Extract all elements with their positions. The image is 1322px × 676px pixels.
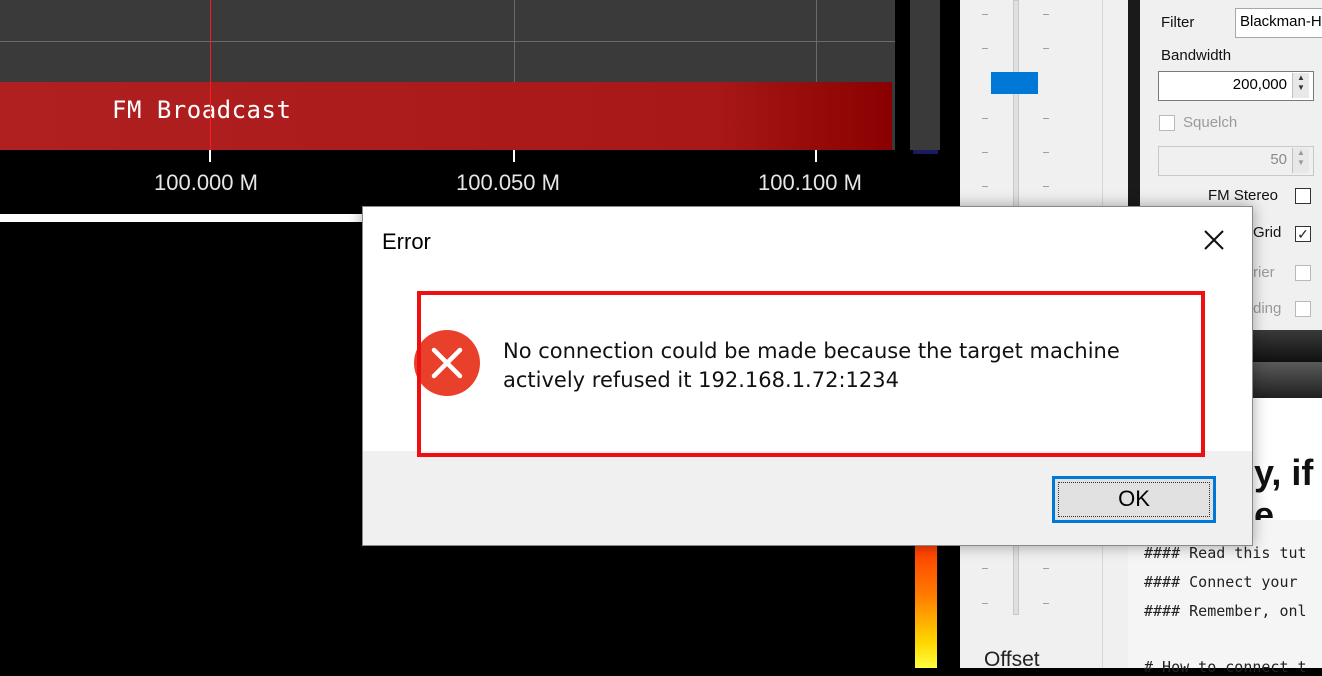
slider-tick [982, 603, 988, 604]
ok-button[interactable]: OK [1052, 476, 1216, 523]
fm-broadcast-band: FM Broadcast [0, 82, 892, 150]
dialog-title: Error [382, 229, 431, 254]
slider-tick [1043, 186, 1049, 187]
slider-tick [1043, 568, 1049, 569]
axis-tick [815, 150, 817, 162]
slider-tick [1043, 48, 1049, 49]
slider-tick [982, 48, 988, 49]
carrier-label: rier [1253, 264, 1275, 281]
spectrum-scrollbar[interactable] [910, 0, 940, 150]
frequency-cursor[interactable] [210, 0, 211, 162]
slider-tick [982, 118, 988, 119]
axis-tick [209, 150, 211, 162]
waterfall-colorbar [915, 545, 937, 668]
filter-select[interactable]: Blackman-H [1235, 8, 1322, 38]
bandwidth-input[interactable]: 200,000 [1158, 71, 1314, 101]
bandwidth-label: Bandwidth [1161, 47, 1232, 64]
slider-tick [982, 186, 988, 187]
panel-header-bar[interactable] [1252, 330, 1322, 362]
slider-tick [1043, 603, 1049, 604]
grid-label: Grid [1253, 224, 1282, 241]
squelch-checkbox[interactable] [1159, 115, 1175, 131]
carrier-checkbox[interactable] [1295, 265, 1311, 281]
code-line: #### Remember, onl [1144, 602, 1307, 620]
squelch-input[interactable]: 50 [1158, 146, 1314, 176]
grid-line [0, 41, 895, 42]
slider-tick [982, 152, 988, 153]
freq-label: 100.000 M [154, 170, 258, 195]
offset-label: Offset [984, 648, 1040, 671]
error-dialog: Error No connection could be made becaus… [362, 206, 1253, 546]
snap-label: ding [1253, 300, 1282, 317]
filter-label: Filter [1161, 14, 1195, 31]
slider-tick [982, 14, 988, 15]
scrollbar-edge [913, 150, 938, 154]
squelch-label: Squelch [1183, 114, 1238, 131]
fm-stereo-label: FM Stereo [1208, 187, 1279, 204]
axis-tick [513, 150, 515, 162]
slider-thumb[interactable] [991, 72, 1038, 94]
fm-stereo-checkbox[interactable] [1295, 188, 1311, 204]
snap-checkbox[interactable] [1295, 301, 1311, 317]
code-line: #### Connect your [1144, 573, 1298, 591]
grid-checkbox[interactable]: ✓ [1295, 226, 1311, 242]
bandwidth-spinner[interactable]: ▲ ▼ [1292, 73, 1309, 98]
code-line: # How to connect t [1144, 658, 1307, 676]
slider-tick [1043, 118, 1049, 119]
slider-tick [1043, 14, 1049, 15]
band-label: FM Broadcast [112, 96, 292, 124]
panel-header-bar[interactable] [1252, 362, 1322, 398]
highlight-box [417, 291, 1205, 457]
slider-tick [1043, 152, 1049, 153]
freq-label: 100.100 M [758, 170, 862, 195]
close-icon[interactable] [1199, 225, 1229, 255]
freq-label: 100.050 M [456, 170, 560, 195]
slider-tick [982, 568, 988, 569]
squelch-spinner[interactable]: ▲ ▼ [1292, 148, 1309, 173]
code-line: #### Read this tut [1144, 544, 1307, 562]
